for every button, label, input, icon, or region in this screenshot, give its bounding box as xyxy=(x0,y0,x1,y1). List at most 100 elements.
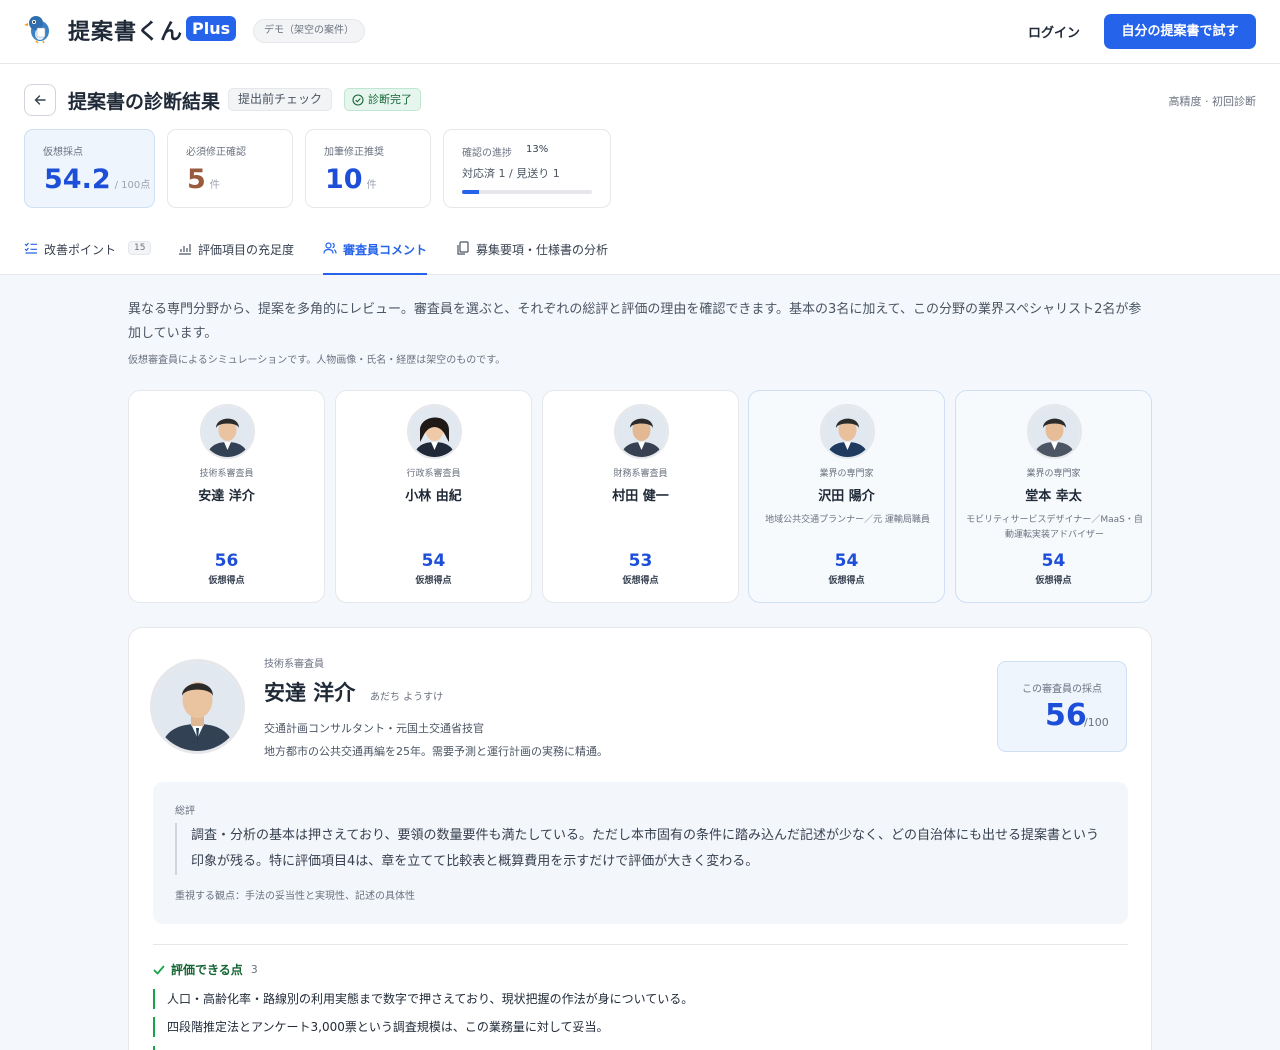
try-own-proposal-button[interactable]: 自分の提案書で試す xyxy=(1104,14,1256,49)
detail-score-max: /100 xyxy=(1084,716,1109,729)
check-icon xyxy=(153,965,165,974)
stat-unit: 件 xyxy=(366,180,377,191)
reviewer-role: 業界の専門家 xyxy=(1026,469,1081,479)
tab-bar: 改善ポイント 15 評価項目の充足度 審査員コメント 募集要項・仕様書の分析 xyxy=(0,230,1280,275)
detail-title: 交通計画コンサルタント・元国土交通省技官 xyxy=(264,722,484,735)
diagnosis-complete-label: 診断完了 xyxy=(368,93,412,106)
diagnosis-complete-badge: 診断完了 xyxy=(344,88,421,111)
stat-unit: 件 xyxy=(209,180,220,191)
tab-label: 審査員コメント xyxy=(343,243,428,257)
page-title: 提案書の診断結果 xyxy=(68,91,221,113)
reviewer-score-label: 仮想得点 xyxy=(415,576,452,586)
reviewer-score: 54 xyxy=(1041,551,1066,571)
tab-reviewer-comments[interactable]: 審査員コメント xyxy=(323,240,428,275)
reviewer-card[interactable]: 行政系審査員小林 由紀 54 仮想得点 xyxy=(335,390,532,603)
reviewer-card[interactable]: 業界の専門家堂本 幸太モビリティサービスデザイナー／MaaS・自動運転実装アドバ… xyxy=(955,390,1152,603)
reviewer-avatar xyxy=(200,404,255,459)
detail-score-box: この審査員の採点 56 /100 xyxy=(997,661,1127,752)
reviewer-avatar xyxy=(614,404,669,459)
reviewer-name: 安達 洋介 xyxy=(198,489,255,504)
bar-chart-icon xyxy=(179,244,191,255)
reviewer-avatar xyxy=(407,404,462,459)
login-link[interactable]: ログイン xyxy=(1028,22,1080,41)
virtual-score-value: 54.2/ 100点 xyxy=(44,164,151,195)
good-point-item: 人口・高齢化率・路線別の利用実態まで数字で押さえており、現状把握の作法が身につい… xyxy=(153,989,1128,1009)
reviewer-name: 堂本 幸太 xyxy=(1025,489,1082,504)
reviewer-name: 沢田 陽介 xyxy=(818,489,875,504)
good-points-label: 評価できる点 xyxy=(171,963,243,977)
reviewer-detail-card: 技術系審査員 安達 洋介 あだち ようすけ 交通計画コンサルタント・元国土交通省… xyxy=(128,627,1152,1050)
divider xyxy=(153,944,1128,945)
reviewer-description: 地域公共交通プランナー／元 運輸局職員 xyxy=(765,515,930,525)
recommended-fixes-value: 10 件 xyxy=(325,164,377,195)
progress-detail: 対応済 1 / 見送り 1 xyxy=(462,167,560,180)
users-icon xyxy=(323,242,337,254)
app-logo-text[interactable]: 提案書くん xyxy=(68,14,183,46)
reviewer-card[interactable]: 技術系審査員安達 洋介 56 仮想得点 xyxy=(128,390,325,603)
tab-count-badge: 15 xyxy=(128,241,152,255)
reviewer-name: 小林 由紀 xyxy=(405,489,462,504)
detail-role: 技術系審査員 xyxy=(264,659,324,670)
summary-label: 総評 xyxy=(175,806,195,817)
required-fixes-value: 5件 xyxy=(187,164,220,195)
stat-label: 必須修正確認 xyxy=(186,147,246,158)
required-fixes-card[interactable]: 必須修正確認 5件 xyxy=(167,129,293,208)
stat-label: 加筆修正推奨 xyxy=(324,147,384,158)
reviewer-avatar xyxy=(820,404,875,459)
pre-submission-check-badge: 提出前チェック xyxy=(228,88,333,111)
back-button[interactable] xyxy=(24,84,56,116)
focus-points: 重視する観点：手法の妥当性と実現性、記述の具体性 xyxy=(175,891,415,902)
arrow-left-icon xyxy=(34,95,46,105)
top-navigation: 提案書くん Plus デモ（架空の案件） ログイン 自分の提案書で試す xyxy=(0,0,1280,64)
diagnosis-mode-label: 高精度 · 初回診断 xyxy=(1168,95,1257,108)
simulation-note: 仮想審査員によるシミュレーションです。人物画像・氏名・経歴は架空のものです。 xyxy=(128,355,506,366)
good-points-header: 評価できる点 3 xyxy=(153,961,258,978)
summary-text: 調査・分析の基本は押さえており、要領の数量要件も満たしている。ただし本市固有の条… xyxy=(175,823,1100,875)
stat-unit: / 100点 xyxy=(114,180,151,191)
bird-mascot-icon[interactable] xyxy=(24,12,56,44)
reviewer-role: 行政系審査員 xyxy=(406,469,461,479)
reviewer-comments-panel: 異なる専門分野から、提案を多角的にレビュー。審査員を選ぶと、それぞれの総評と評価… xyxy=(0,275,1280,1050)
tab-requirements-analysis[interactable]: 募集要項・仕様書の分析 xyxy=(456,240,608,275)
tab-label: 改善ポイント xyxy=(44,243,117,257)
reviewer-score: 54 xyxy=(834,551,859,571)
good-point-item: 四段階推定法とアンケート3,000票という調査規模は、この業務量に対して妥当。 xyxy=(153,1017,1128,1037)
reviewer-score-label: 仮想得点 xyxy=(828,576,865,586)
review-progress-card: 確認の進捗 13% 対応済 1 / 見送り 1 xyxy=(443,129,611,208)
reviewer-score-label: 仮想得点 xyxy=(208,576,245,586)
reviewer-portrait xyxy=(150,659,245,754)
tab-evaluation-coverage[interactable]: 評価項目の充足度 xyxy=(178,240,294,275)
documents-icon xyxy=(457,241,469,255)
reviewer-score: 53 xyxy=(628,551,653,571)
reviewer-score-label: 仮想得点 xyxy=(622,576,659,586)
progress-bar-fill xyxy=(462,190,479,194)
tab-label: 募集要項・仕様書の分析 xyxy=(476,243,609,257)
progress-bar xyxy=(462,190,592,194)
reviewer-role: 技術系審査員 xyxy=(199,469,254,479)
detail-bio: 地方都市の公共交通再編を25年。需要予測と運行計画の実務に精通。 xyxy=(264,745,608,758)
intro-text: 異なる専門分野から、提案を多角的にレビュー。審査員を選ぶと、それぞれの総評と評価… xyxy=(128,302,1142,341)
detail-score-label: この審査員の採点 xyxy=(1022,684,1102,695)
virtual-score-card: 仮想採点 54.2/ 100点 xyxy=(24,129,155,208)
reviewer-role: 財務系審査員 xyxy=(613,469,668,479)
reviewer-name: 村田 健一 xyxy=(612,489,669,504)
tab-label: 評価項目の充足度 xyxy=(198,243,295,257)
detail-name-kana: あだち ようすけ xyxy=(370,692,444,703)
plus-badge: Plus xyxy=(186,16,237,41)
stat-label: 仮想採点 xyxy=(43,147,83,158)
detail-score-value: 56 xyxy=(1045,698,1087,733)
summary-box: 総評 調査・分析の基本は押さえており、要領の数量要件も満たしている。ただし本市固… xyxy=(153,782,1128,924)
reviewer-card[interactable]: 財務系審査員村田 健一 53 仮想得点 xyxy=(542,390,739,603)
reviewer-card[interactable]: 業界の専門家沢田 陽介地域公共交通プランナー／元 運輸局職員 54 仮想得点 xyxy=(748,390,945,603)
progress-label: 確認の進捗 xyxy=(462,148,512,159)
reviewer-description: モビリティサービスデザイナー／MaaS・自動運転実装アドバイザー xyxy=(966,515,1143,540)
reviewer-score: 56 xyxy=(214,551,239,571)
reviewer-score: 54 xyxy=(421,551,446,571)
reviewer-role: 業界の専門家 xyxy=(819,469,874,479)
good-points-count: 3 xyxy=(250,963,258,976)
tab-improvement-points[interactable]: 改善ポイント 15 xyxy=(24,240,152,275)
recommended-fixes-card[interactable]: 加筆修正推奨 10 件 xyxy=(305,129,431,208)
demo-badge: デモ（架空の案件） xyxy=(253,19,365,43)
good-point-item xyxy=(153,1046,1128,1050)
detail-name: 安達 洋介 xyxy=(264,681,356,705)
